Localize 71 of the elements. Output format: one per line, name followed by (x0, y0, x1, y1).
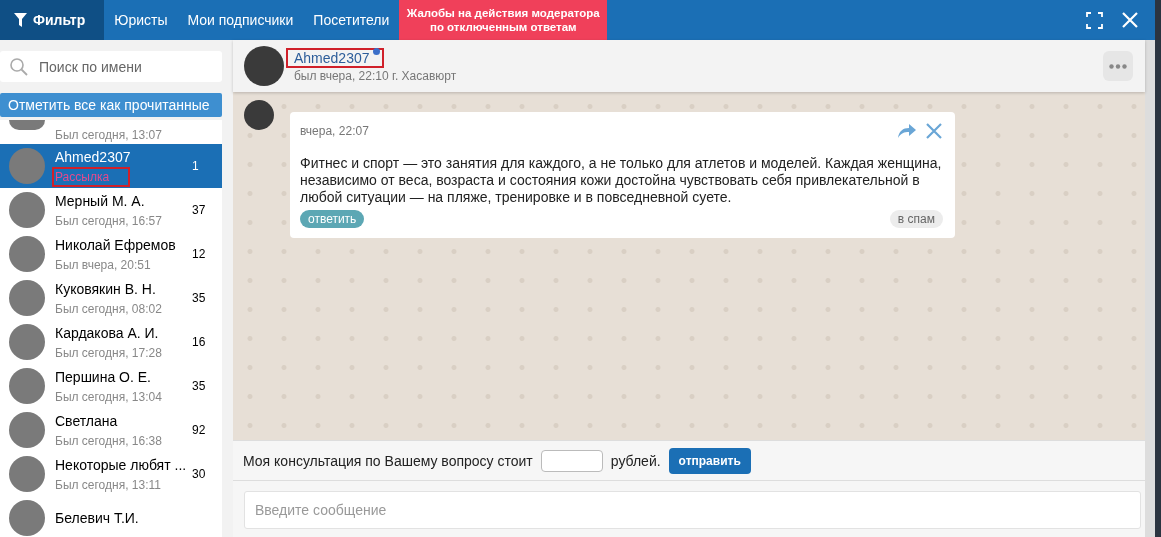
avatar (9, 500, 45, 536)
contact-status: Был сегодня, 16:57 (55, 213, 163, 228)
avatar (9, 324, 45, 360)
send-button[interactable]: отправить (668, 447, 751, 474)
nav-tab[interactable]: Фильтр (0, 0, 105, 40)
price-label: Моя консультация по Вашему вопросу стоит (243, 452, 533, 469)
search-field[interactable]: Поиск по имени (0, 51, 222, 82)
unread-count: 92 (192, 423, 207, 437)
avatar (9, 280, 45, 316)
contact-item[interactable]: Першина О. Е. Был сегодня, 13:04 35 (0, 364, 222, 408)
unread-count: 37 (192, 203, 207, 217)
message-input[interactable]: Введите сообщение (244, 491, 1141, 529)
contact-status: Рассылка (55, 169, 128, 184)
contact-name: Николай Ефремов (55, 236, 177, 253)
avatar (244, 100, 274, 130)
ellipsis-icon (1109, 63, 1127, 69)
nav-tab[interactable]: Посетители (303, 0, 400, 40)
contact-name: Ahmed2307 (55, 148, 132, 165)
contact-item[interactable]: Николай Ефремов Был вчера, 20:51 12 (0, 232, 222, 276)
avatar (9, 236, 45, 272)
contact-name: Белевич Т.И. (55, 510, 140, 526)
contact-item[interactable]: Белевич Т.И. (0, 496, 222, 537)
mark-all-read-button[interactable]: Отметить все как прочитанные (0, 93, 222, 117)
avatar (9, 368, 45, 404)
contact-status: Был вчера, 20:51 (55, 257, 152, 272)
message-time: вчера, 22:07 (300, 124, 369, 138)
message-text: Фитнес и спорт — это занятия для каждого, а не только для атлетов и моделей. Каждая женщина, независимо от веса, возраста и состояния кожи достойна чувствовать себя привлекательной в любой ситуации — на пляже, тренировке и в повседневной суете. (300, 155, 943, 206)
avatar (244, 46, 284, 86)
contact-item[interactable]: Куковякин В. Н. Был сегодня, 08:02 35 (0, 276, 222, 320)
complaints-tab[interactable]: Жалобы на действия модератора по отключенным ответам (399, 0, 608, 40)
filter-icon (14, 13, 27, 27)
spam-button[interactable]: в спам (889, 210, 943, 228)
unread-count: 12 (192, 247, 207, 261)
contact-item[interactable]: Был сегодня, 13:07 (0, 120, 222, 144)
contact-item[interactable]: Кардакова А. И. Был сегодня, 17:28 16 (0, 320, 222, 364)
contact-name: Светлана (55, 412, 119, 429)
contact-status: Был сегодня, 13:04 (55, 389, 163, 404)
contact-name: Першина О. Е. (55, 368, 152, 385)
price-field[interactable] (540, 449, 603, 472)
avatar (9, 192, 45, 228)
more-options-button[interactable] (1103, 51, 1133, 81)
avatar (9, 456, 45, 492)
nav-tab[interactable]: Юристы (104, 0, 178, 40)
nav-tab[interactable]: Мои подписчики (177, 0, 304, 40)
contact-name: Мерный М. А. (55, 192, 146, 209)
contact-status: Был сегодня, 16:38 (55, 433, 163, 448)
avatar (9, 412, 45, 448)
last-seen-text: был вчера, 22:10 г. Хасавюрт (294, 68, 458, 83)
contact-status: Был сегодня, 13:11 (55, 477, 162, 492)
unread-count: 30 (192, 467, 207, 481)
unread-count: 16 (192, 335, 207, 349)
contact-name: Кардакова А. И. (55, 324, 160, 341)
unread-count: 1 (192, 159, 200, 173)
contact-item[interactable]: Светлана Был сегодня, 16:38 92 (0, 408, 222, 452)
contact-item[interactable]: Ahmed2307 Рассылка 1 (0, 144, 222, 188)
fullscreen-icon[interactable] (1086, 11, 1103, 29)
unread-count: 35 (192, 291, 207, 305)
contact-status: Был сегодня, 17:28 (55, 345, 163, 360)
contact-item[interactable]: Мерный М. А. Был сегодня, 16:57 37 (0, 188, 222, 232)
chat-contact-name[interactable]: Ahmed2307 (288, 49, 382, 66)
unread-count: 35 (192, 379, 207, 393)
search-icon (10, 58, 28, 76)
verified-icon (372, 47, 380, 55)
currency-label: рублей. (610, 452, 661, 469)
contact-status: Был сегодня, 13:07 (55, 128, 163, 142)
forward-icon[interactable] (898, 124, 916, 138)
contact-name: Куковякин В. Н. (55, 280, 157, 297)
close-icon[interactable] (925, 122, 943, 140)
contact-status: Был сегодня, 08:02 (55, 301, 163, 316)
avatar (9, 120, 45, 130)
avatar (9, 148, 45, 184)
